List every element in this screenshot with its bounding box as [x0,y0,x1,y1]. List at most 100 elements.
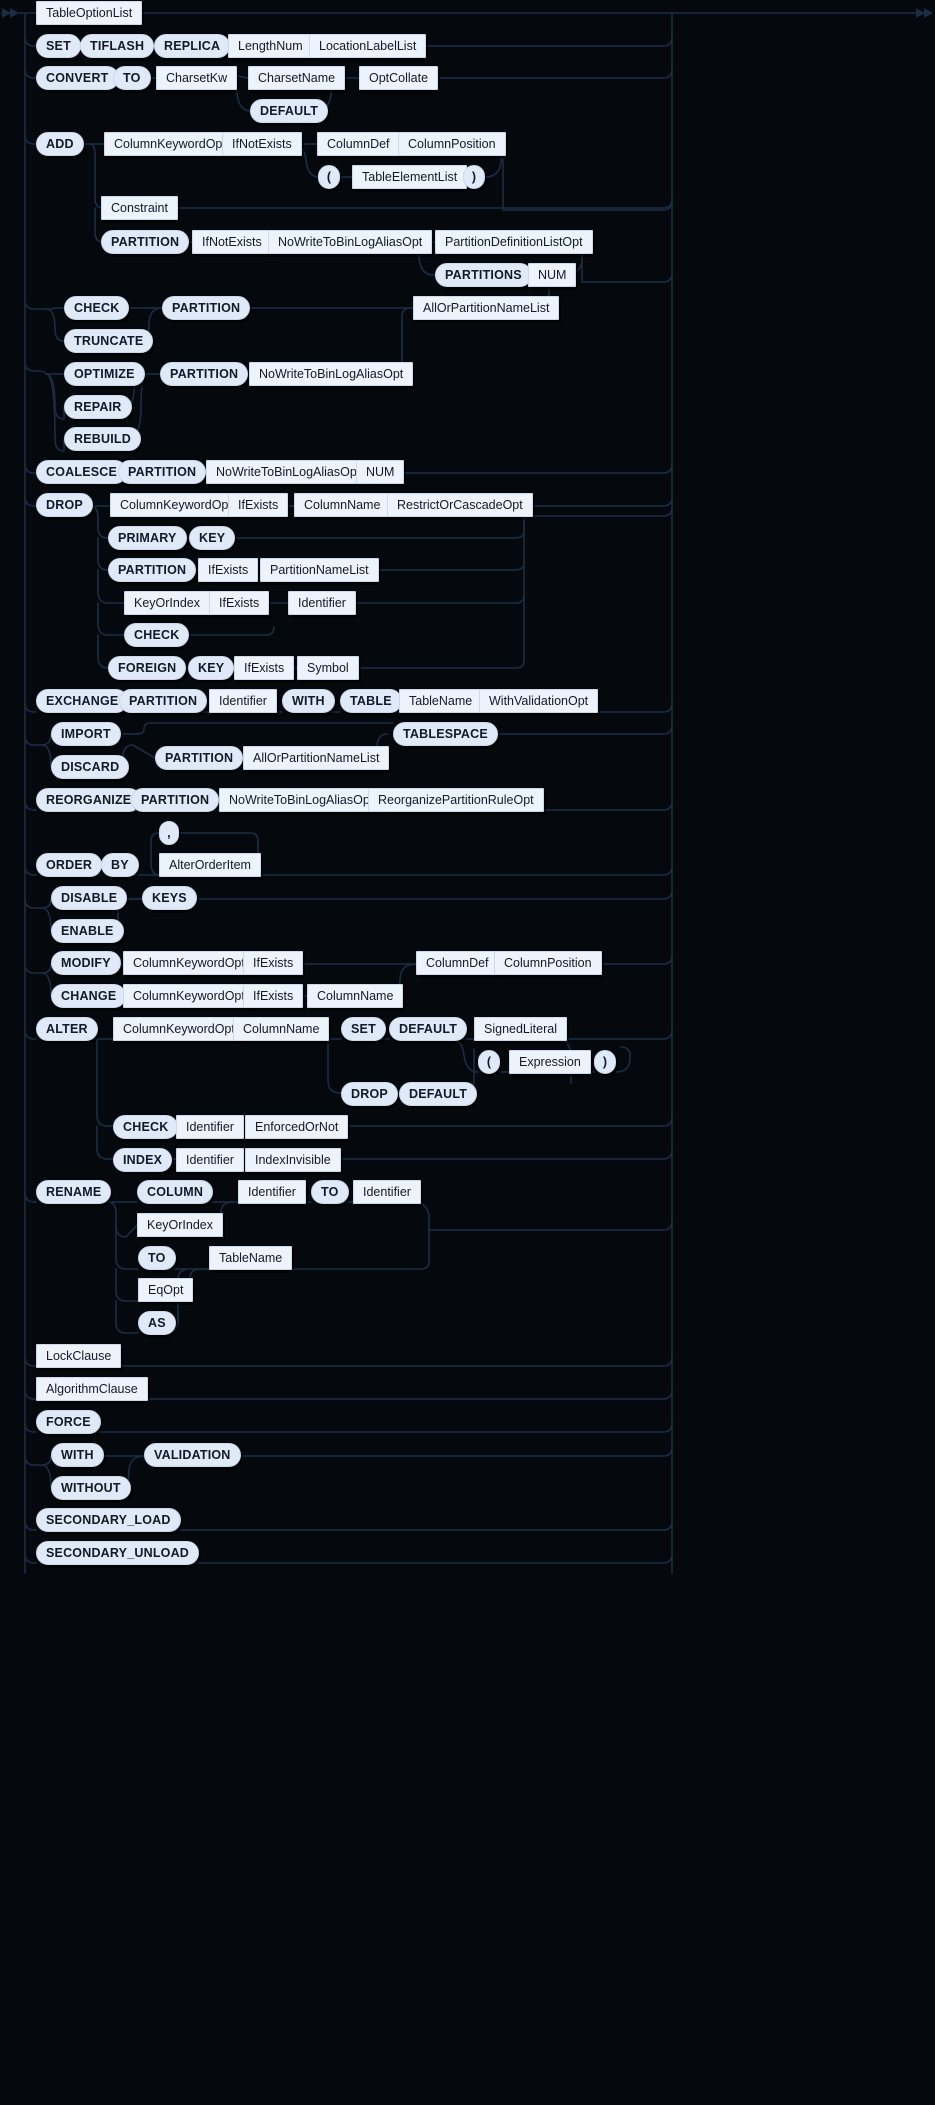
terminal-node-key[interactable]: KEY [188,656,235,680]
terminal-node-partition[interactable]: PARTITION [108,558,197,582]
nonterminal-node-ifexists[interactable]: IfExists [198,558,259,582]
terminal-node-import[interactable]: IMPORT [51,722,121,746]
terminal-node-secondary-load[interactable]: SECONDARY_LOAD [36,1508,181,1532]
terminal-node-partition[interactable]: PARTITION [101,230,190,254]
nonterminal-node-ifexists[interactable]: IfExists [243,951,304,975]
nonterminal-node-columnposition[interactable]: ColumnPosition [398,132,506,156]
terminal-node-set[interactable]: SET [36,34,81,58]
terminal-node-index[interactable]: INDEX [113,1148,173,1172]
nonterminal-node-charsetkw[interactable]: CharsetKw [156,66,238,90]
terminal-node-foreign[interactable]: FOREIGN [108,656,187,680]
terminal-node-truncate[interactable]: TRUNCATE [64,329,154,353]
terminal-node-rename[interactable]: RENAME [36,1180,112,1204]
terminal-node-keys[interactable]: KEYS [142,886,197,910]
terminal-node-as[interactable]: AS [138,1311,176,1335]
nonterminal-node-ifexists[interactable]: IfExists [234,656,295,680]
nonterminal-node-indexinvisible[interactable]: IndexInvisible [245,1148,341,1172]
nonterminal-node-columnkeywordopt[interactable]: ColumnKeywordOpt [123,951,255,975]
terminal-node-optimize[interactable]: OPTIMIZE [64,362,145,386]
terminal-node-with[interactable]: WITH [282,689,335,713]
nonterminal-node-symbol[interactable]: Symbol [297,656,359,680]
nonterminal-node-lockclause[interactable]: LockClause [36,1344,122,1368]
nonterminal-node-identifier[interactable]: Identifier [238,1180,306,1204]
nonterminal-node-identifier[interactable]: Identifier [209,689,277,713]
terminal-node-validation[interactable]: VALIDATION [144,1443,241,1467]
nonterminal-node-tableelementlist[interactable]: TableElementList [352,165,468,189]
nonterminal-node-[interactable]: ) [463,165,485,189]
nonterminal-node-ifnotexists[interactable]: IfNotExists [222,132,302,156]
nonterminal-node-locationlabellist[interactable]: LocationLabelList [309,34,427,58]
terminal-node-table[interactable]: TABLE [340,689,402,713]
terminal-node-reorganize[interactable]: REORGANIZE [36,788,142,812]
nonterminal-node-columnname[interactable]: ColumnName [307,984,404,1008]
nonterminal-node-nowritetobinlogaliasopt[interactable]: NoWriteToBinLogAliasOpt [206,460,371,484]
terminal-node-default[interactable]: DEFAULT [399,1082,478,1106]
nonterminal-node-identifier[interactable]: Identifier [176,1148,244,1172]
terminal-node-partition[interactable]: PARTITION [162,296,251,320]
terminal-node-replica[interactable]: REPLICA [154,34,231,58]
nonterminal-node-nowritetobinlogaliasopt[interactable]: NoWriteToBinLogAliasOpt [249,362,414,386]
terminal-node-add[interactable]: ADD [36,132,84,156]
terminal-node-modify[interactable]: MODIFY [51,951,121,975]
nonterminal-node-ifexists[interactable]: IfExists [209,591,270,615]
nonterminal-node-[interactable]: ) [594,1050,616,1074]
nonterminal-node-tablename[interactable]: TableName [399,689,483,713]
terminal-node-change[interactable]: CHANGE [51,984,127,1008]
nonterminal-node-ifnotexists[interactable]: IfNotExists [192,230,272,254]
nonterminal-node-keyorindex[interactable]: KeyOrIndex [137,1213,224,1237]
nonterminal-node-nowritetobinlogaliasopt[interactable]: NoWriteToBinLogAliasOpt [268,230,433,254]
terminal-node-secondary-unload[interactable]: SECONDARY_UNLOAD [36,1541,200,1565]
nonterminal-node-nowritetobinlogaliasopt[interactable]: NoWriteToBinLogAliasOpt [219,788,384,812]
terminal-node-rebuild[interactable]: REBUILD [64,427,141,451]
terminal-node-repair[interactable]: REPAIR [64,395,132,419]
terminal-node-discard[interactable]: DISCARD [51,755,130,779]
nonterminal-node-charsetname[interactable]: CharsetName [248,66,346,90]
terminal-node-without[interactable]: WITHOUT [51,1476,131,1500]
terminal-node-partitions[interactable]: PARTITIONS [435,263,532,287]
nonterminal-node-allorpartitionnamelist[interactable]: AllOrPartitionNameList [243,746,390,770]
nonterminal-node-[interactable]: , [159,821,179,845]
nonterminal-node-partitiondefinitionlistopt[interactable]: PartitionDefinitionListOpt [435,230,593,254]
nonterminal-node-columnkeywordopt[interactable]: ColumnKeywordOpt [113,1017,245,1041]
terminal-node-exchange[interactable]: EXCHANGE [36,689,129,713]
nonterminal-node-partitionnamelist[interactable]: PartitionNameList [260,558,379,582]
terminal-node-force[interactable]: FORCE [36,1410,101,1434]
terminal-node-with[interactable]: WITH [51,1443,104,1467]
nonterminal-node-[interactable]: ( [478,1050,500,1074]
terminal-node-to[interactable]: TO [311,1180,349,1204]
nonterminal-node-lengthnum[interactable]: LengthNum [228,34,313,58]
nonterminal-node-num[interactable]: NUM [356,460,405,484]
nonterminal-node-tablename[interactable]: TableName [209,1246,293,1270]
nonterminal-node-ifexists[interactable]: IfExists [243,984,304,1008]
terminal-node-check[interactable]: CHECK [113,1115,179,1139]
nonterminal-node-expression[interactable]: Expression [509,1050,591,1074]
terminal-node-primary[interactable]: PRIMARY [108,526,187,550]
terminal-node-column[interactable]: COLUMN [137,1180,214,1204]
terminal-node-partition[interactable]: PARTITION [119,689,208,713]
terminal-node-drop[interactable]: DROP [341,1082,398,1106]
terminal-node-set[interactable]: SET [341,1017,386,1041]
terminal-node-by[interactable]: BY [101,853,139,877]
nonterminal-node-[interactable]: ( [318,165,340,189]
nonterminal-node-constraint[interactable]: Constraint [101,196,178,220]
terminal-node-order[interactable]: ORDER [36,853,103,877]
nonterminal-node-eqopt[interactable]: EqOpt [138,1278,194,1302]
nonterminal-node-allorpartitionnamelist[interactable]: AllOrPartitionNameList [413,296,560,320]
terminal-node-check[interactable]: CHECK [64,296,130,320]
terminal-node-coalesce[interactable]: COALESCE [36,460,128,484]
nonterminal-node-columndef[interactable]: ColumnDef [317,132,400,156]
nonterminal-node-restrictorcascadeopt[interactable]: RestrictOrCascadeOpt [387,493,533,517]
terminal-node-to[interactable]: TO [113,66,151,90]
terminal-node-default[interactable]: DEFAULT [250,99,329,123]
terminal-node-drop[interactable]: DROP [36,493,93,517]
nonterminal-node-identifier[interactable]: Identifier [176,1115,244,1139]
nonterminal-node-columnname[interactable]: ColumnName [233,1017,330,1041]
nonterminal-node-ifexists[interactable]: IfExists [228,493,289,517]
terminal-node-default[interactable]: DEFAULT [389,1017,468,1041]
terminal-node-partition[interactable]: PARTITION [131,788,220,812]
nonterminal-node-num[interactable]: NUM [528,263,577,287]
terminal-node-to[interactable]: TO [138,1246,176,1270]
nonterminal-node-columnkeywordopt[interactable]: ColumnKeywordOpt [104,132,236,156]
nonterminal-node-enforcedornot[interactable]: EnforcedOrNot [245,1115,349,1139]
nonterminal-node-keyorindex[interactable]: KeyOrIndex [124,591,211,615]
